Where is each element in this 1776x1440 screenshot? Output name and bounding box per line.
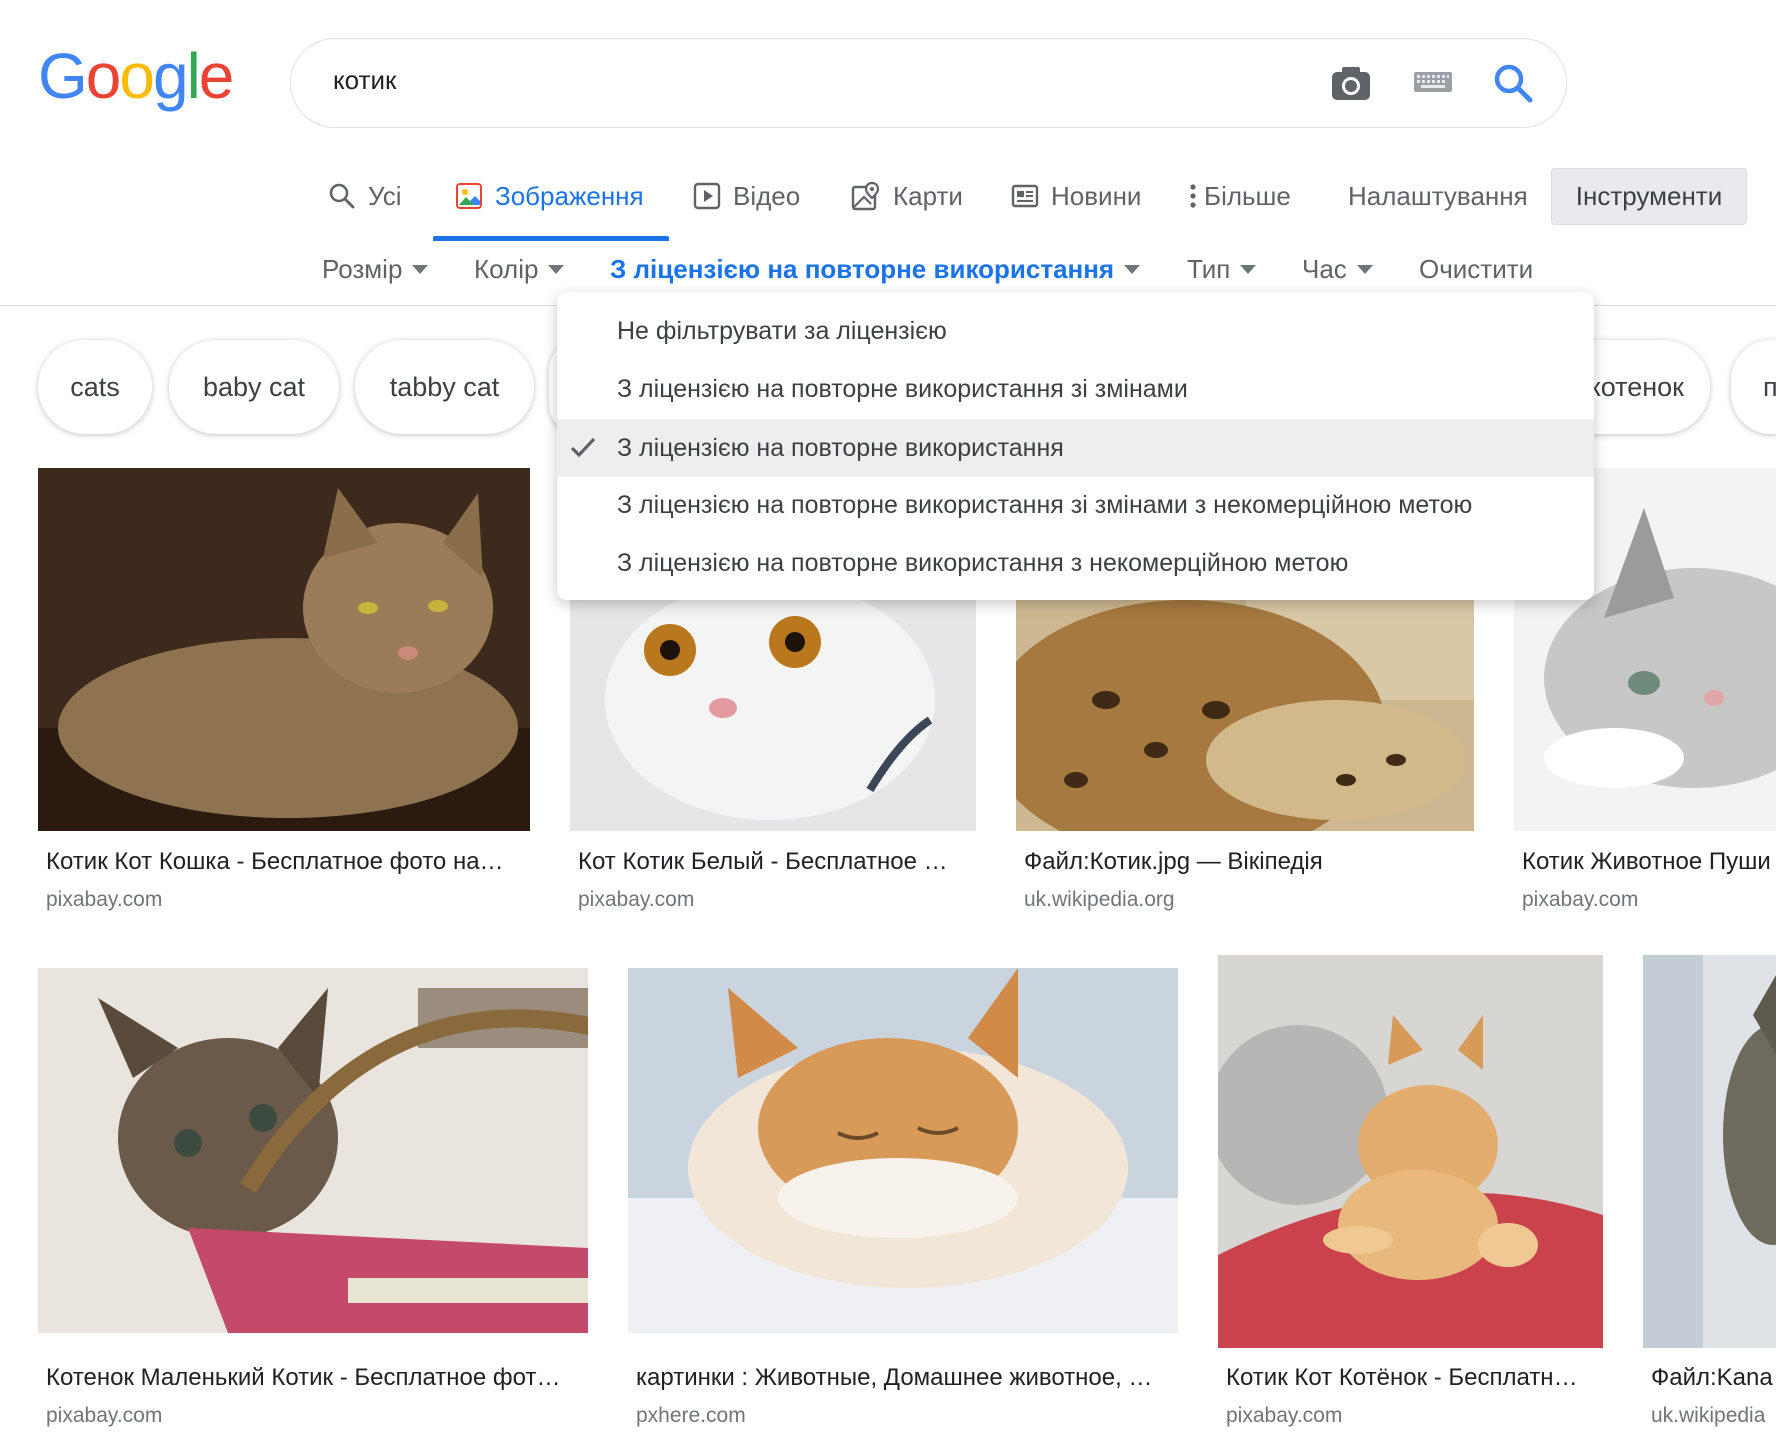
result-source[interactable]: pixabay.com [1522,888,1638,912]
google-logo[interactable]: Google [38,40,235,112]
filter-color[interactable]: Колір [474,252,565,286]
menu-item-reuse-modify[interactable]: З ліцензією на повторне використання зі … [557,361,1594,417]
tab-video[interactable]: Відео [693,176,800,216]
result-thumbnail[interactable] [1643,955,1776,1348]
filter-label: Розмір [322,253,403,284]
settings-link[interactable]: Налаштування [1348,176,1528,216]
cat-photo [1643,955,1776,1348]
result-caption[interactable]: Котик Кот Кошка - Бесплатное фото на… [46,848,526,876]
result-caption[interactable]: Файл:Kana [1651,1364,1776,1392]
logo-letter: g [152,40,189,112]
filter-time[interactable]: Час [1302,252,1373,286]
filter-usage-rights[interactable]: З ліцензією на повторне використання [610,252,1141,286]
keyboard-icon[interactable] [1413,67,1453,102]
tab-label: Відео [733,180,801,211]
result-thumbnail[interactable] [570,590,976,831]
cat-photo [38,968,588,1333]
menu-item-label: З ліцензією на повторне використання зі … [617,490,1473,519]
result-thumbnail[interactable] [1218,955,1603,1348]
caret-down-icon [412,264,429,274]
tab-label: Новини [1051,180,1142,211]
logo-letter: o [85,40,122,112]
logo-letter: o [119,40,155,112]
search-input[interactable]: котик [333,65,396,96]
result-source[interactable]: pixabay.com [1226,1404,1342,1428]
tab-news[interactable]: Новини [1011,176,1141,216]
result-caption[interactable]: Файл:Котик.jpg — Вікіпедія [1024,848,1474,876]
camera-icon[interactable] [1329,61,1373,110]
check-icon [570,437,596,458]
menu-item-reuse-noncommercial[interactable]: З ліцензією на повторне використання з н… [557,535,1594,591]
result-source[interactable]: pixabay.com [46,888,162,912]
image-icon [456,183,482,209]
usage-rights-menu: Не фільтрувати за ліцензією З ліцензією … [557,292,1594,600]
caret-down-icon [1240,264,1257,274]
menu-item-label: З ліцензією на повторне використання [617,433,1064,462]
tab-maps[interactable]: Карти [851,176,963,216]
result-thumbnail[interactable] [38,468,530,831]
result-source[interactable]: pixabay.com [46,1404,162,1428]
cat-photo [570,590,976,831]
search-icon [329,183,355,209]
tab-more[interactable]: Більше [1188,176,1291,216]
filter-type[interactable]: Тип [1187,252,1257,286]
cat-photo [628,968,1178,1333]
related-chip[interactable]: п [1731,340,1776,434]
result-source[interactable]: pixabay.com [578,888,694,912]
caret-down-icon [548,264,565,274]
menu-item-reuse-modify-noncommercial[interactable]: З ліцензією на повторне використання зі … [557,477,1594,533]
tools-label: Інструменти [1575,181,1723,211]
result-source[interactable]: uk.wikipedia.org [1024,888,1175,912]
menu-item-label: Не фільтрувати за ліцензією [617,316,947,345]
clear-label: Очистити [1419,253,1534,284]
caret-down-icon [1124,264,1141,274]
menu-item-no-filter[interactable]: Не фільтрувати за ліцензією [557,303,1594,359]
filter-label: Тип [1187,253,1231,284]
related-chip[interactable]: cats [38,340,152,434]
filter-label: З ліцензією на повторне використання [610,253,1115,284]
tab-label: Більше [1204,180,1291,211]
tools-button[interactable]: Інструменти [1551,168,1747,225]
menu-item-label: З ліцензією на повторне використання з н… [617,548,1349,577]
related-chip[interactable]: baby cat [169,340,339,434]
news-icon [1011,184,1039,208]
result-caption[interactable]: Кот Котик Белый - Бесплатное … [578,848,978,876]
map-icon [851,181,880,211]
cat-photo [38,468,530,831]
related-chip[interactable]: tabby cat [355,340,534,434]
clear-filters-link[interactable]: Очистити [1419,252,1533,286]
filter-size[interactable]: Розмір [322,252,429,286]
active-tab-indicator [433,236,669,241]
result-caption[interactable]: Котик Кот Котёнок - Бесплатн… [1226,1364,1596,1392]
filter-label: Час [1302,253,1347,284]
cat-photo [1218,955,1603,1348]
video-icon [693,182,721,210]
caret-down-icon [1356,264,1373,274]
logo-letter: G [38,40,88,112]
tab-images[interactable]: Зображення [455,176,644,216]
settings-label: Налаштування [1348,180,1528,211]
tab-label: Зображення [495,180,644,211]
menu-item-label: З ліцензією на повторне використання зі … [617,374,1188,403]
tab-label: Карти [893,180,963,211]
result-caption[interactable]: Котик Животное Пуши [1522,848,1776,876]
result-caption[interactable]: картинки : Животные, Домашнее животное, … [636,1364,1176,1392]
search-box[interactable]: котик [290,38,1567,128]
result-source[interactable]: pxhere.com [636,1404,746,1428]
cat-photo [1016,590,1474,831]
result-caption[interactable]: Котенок Маленький Котик - Бесплатное фот… [46,1364,586,1392]
result-thumbnail[interactable] [1016,590,1474,831]
tab-all[interactable]: Усі [328,176,402,216]
result-thumbnail[interactable] [628,968,1178,1333]
logo-letter: l [186,40,201,112]
search-icon[interactable] [1491,61,1535,110]
tab-label: Усі [368,180,402,211]
more-vert-icon [1190,184,1196,208]
result-source[interactable]: uk.wikipedia [1651,1404,1776,1428]
logo-letter: e [198,40,235,112]
result-thumbnail[interactable] [38,968,588,1333]
filter-label: Колір [474,253,539,284]
menu-item-reuse[interactable]: З ліцензією на повторне використання [557,419,1594,477]
